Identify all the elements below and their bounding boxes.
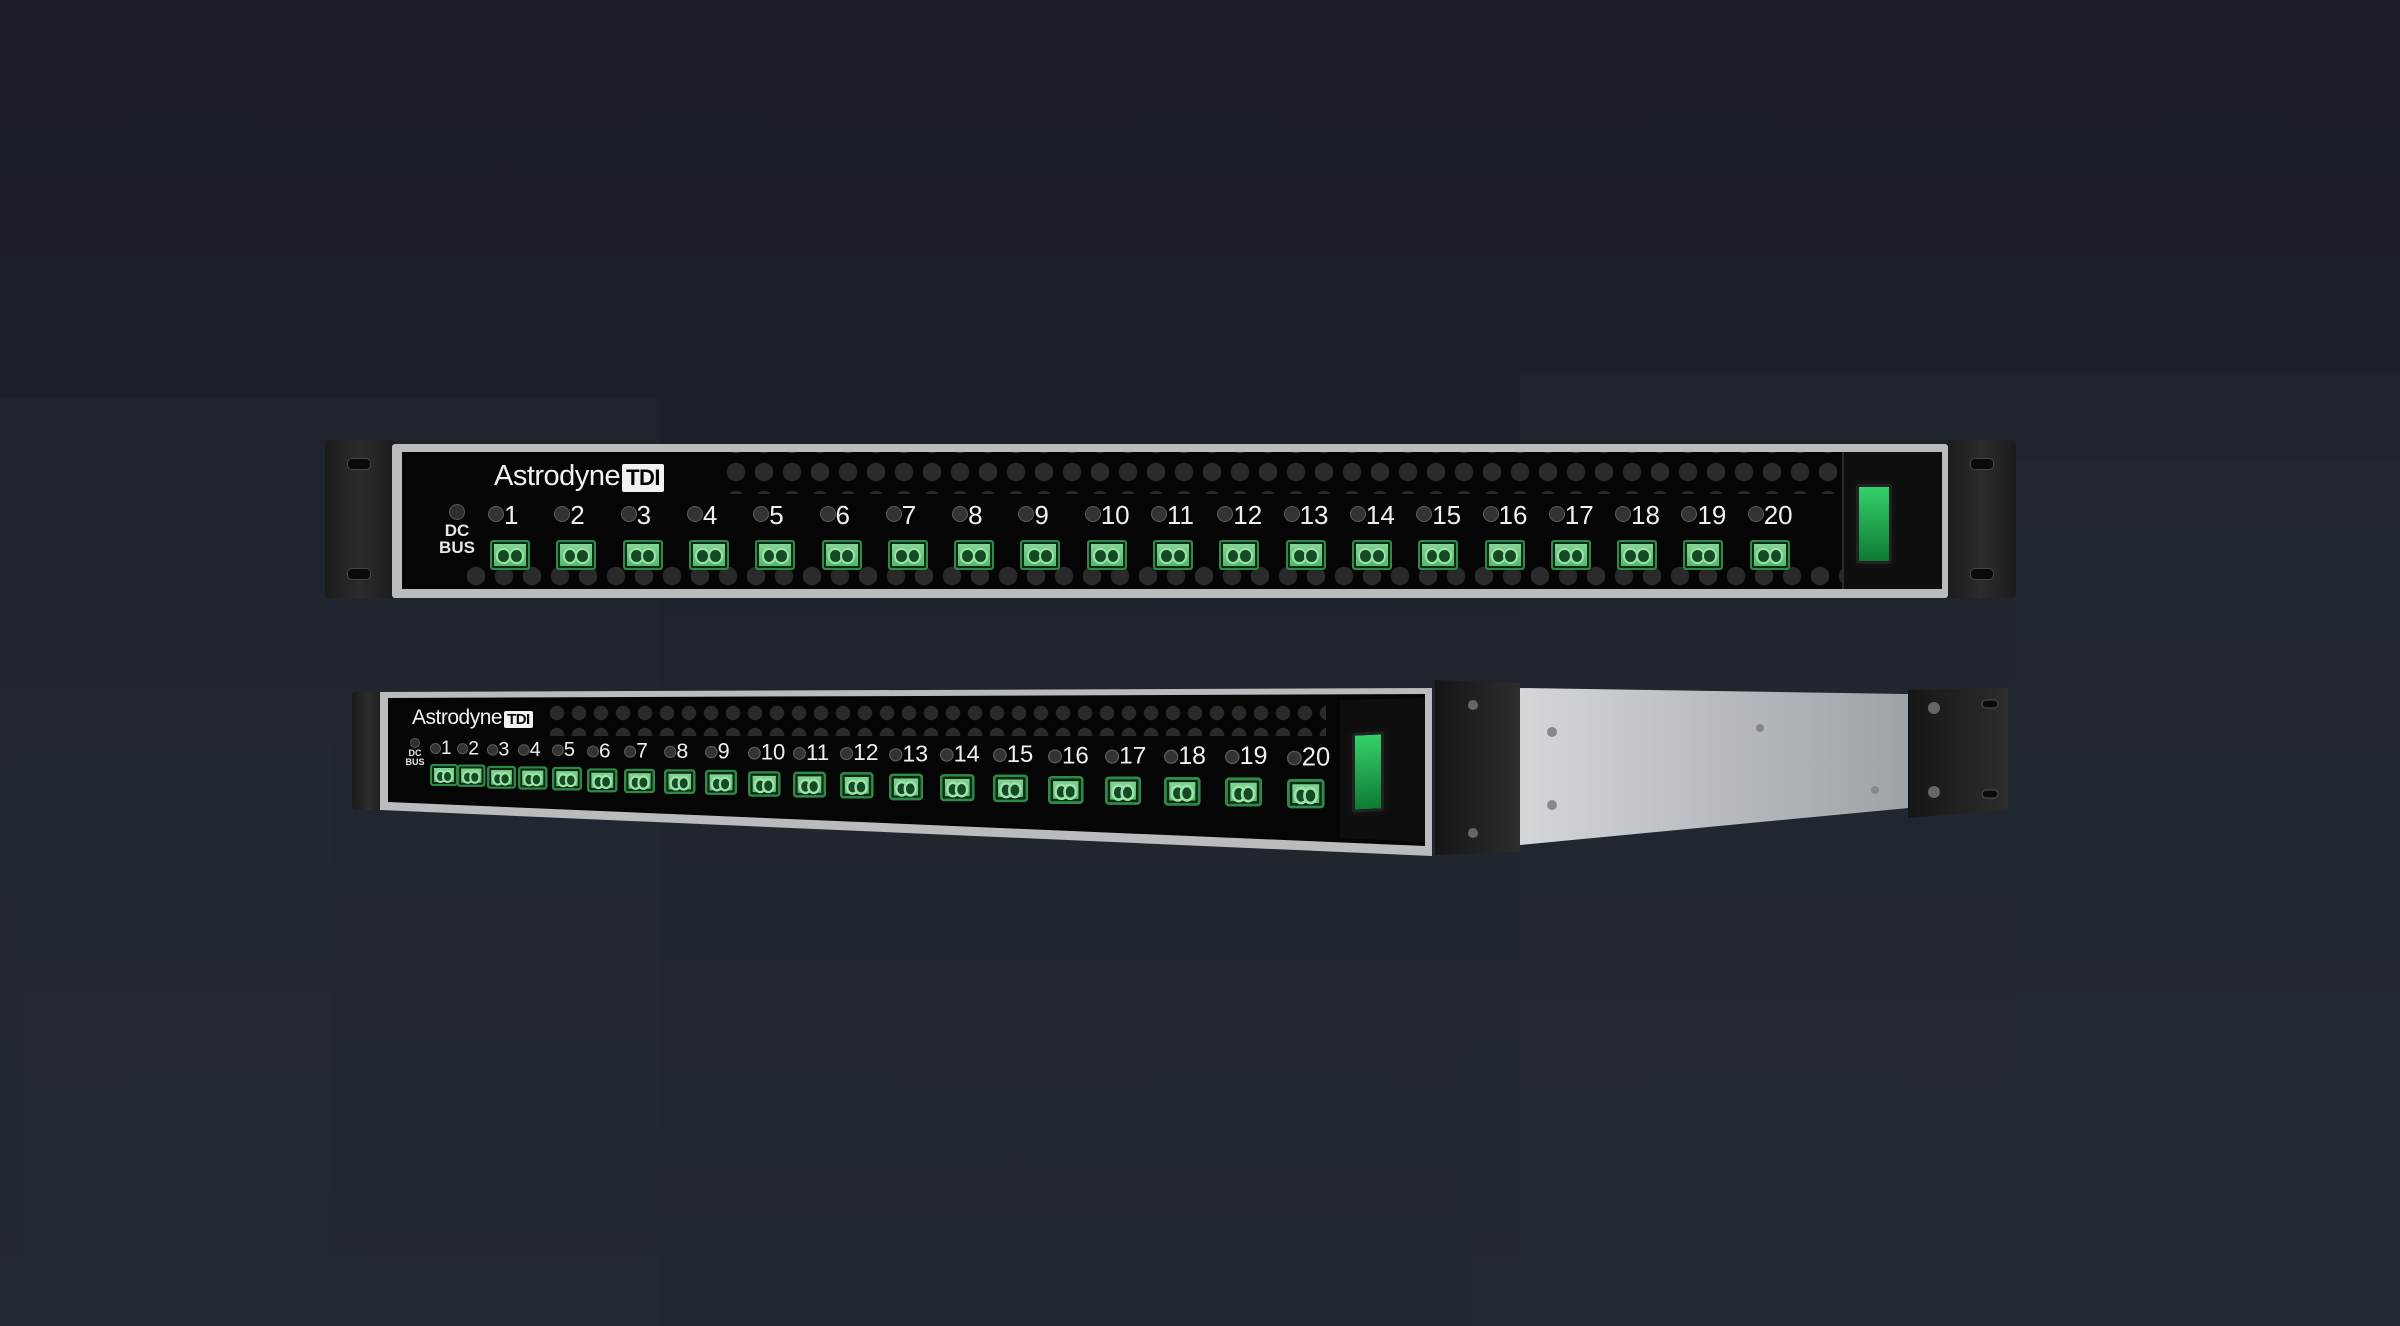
- terminal-connector[interactable]: [430, 764, 458, 786]
- channel-led: [1104, 749, 1120, 764]
- channel-number: 9: [717, 740, 730, 765]
- channel-led: [993, 748, 1007, 763]
- channel-number: 3: [498, 738, 510, 761]
- channel-led: [551, 744, 564, 757]
- terminal-connector[interactable]: [624, 768, 656, 793]
- terminal-connector[interactable]: [1104, 776, 1141, 805]
- channel-number: 2: [468, 738, 480, 760]
- channel-led: [624, 745, 637, 758]
- channel-number: 4: [529, 738, 542, 762]
- angled-front-panel: Astrodyne TDI DC BUS 1 2 3 4 5 6 7 8 9 10 11 12 13 14 1…: [388, 698, 1340, 843]
- terminal-connector[interactable]: [1048, 775, 1084, 804]
- channel-led: [747, 746, 761, 760]
- channel-led: [518, 744, 530, 756]
- terminal-connector[interactable]: [486, 765, 516, 789]
- terminal-connector[interactable]: [1163, 777, 1201, 806]
- channel-number: 19: [1239, 743, 1268, 772]
- channel-led: [663, 745, 676, 759]
- channel-led: [940, 748, 954, 762]
- channel-number: 8: [675, 740, 688, 764]
- channel-number: 5: [563, 739, 575, 762]
- terminal-connector[interactable]: [663, 769, 696, 795]
- dc-bus-led: [410, 738, 420, 748]
- terminal-connector[interactable]: [551, 767, 582, 791]
- terminal-connector[interactable]: [587, 767, 618, 792]
- channel-led: [587, 744, 599, 757]
- channel-led: [1048, 748, 1062, 763]
- channel-number: 12: [853, 741, 879, 767]
- channel-led: [793, 746, 806, 760]
- channel-led: [1224, 750, 1240, 765]
- channel-led: [1163, 749, 1179, 764]
- channel-led: [704, 746, 718, 759]
- background-block: [1465, 995, 2400, 1326]
- channel-number: 10: [760, 740, 786, 766]
- terminal-connector[interactable]: [704, 770, 737, 796]
- channel-number: 1: [441, 738, 452, 759]
- terminal-connector[interactable]: [993, 774, 1029, 803]
- product-scene: Astrodyne TDI DC BUS 1 2 3 4 5 6 7 8 9 10 11 12 13 14 1…: [0, 0, 2400, 1326]
- channel-number: 15: [1006, 742, 1034, 769]
- terminal-connector[interactable]: [940, 773, 975, 802]
- channel-number: 16: [1061, 742, 1089, 770]
- channel-number: 13: [902, 741, 929, 768]
- power-switch[interactable]: [1352, 731, 1384, 813]
- brand-logo: Astrodyne TDI: [412, 706, 533, 730]
- channel-number: 14: [953, 741, 980, 768]
- channel-led: [486, 743, 499, 756]
- dc-bus-indicator: DC BUS: [404, 738, 426, 767]
- brand-name: Astrodyne: [412, 706, 503, 729]
- channel-led: [1287, 750, 1303, 766]
- channel-led: [457, 743, 469, 755]
- channel-number: 18: [1178, 743, 1206, 771]
- terminal-connector[interactable]: [747, 770, 781, 797]
- channel-number: 7: [636, 739, 649, 764]
- terminal-connector[interactable]: [1287, 778, 1325, 809]
- channel-number: 17: [1119, 742, 1147, 770]
- dc-bus-label-line2: BUS: [405, 757, 425, 767]
- channel-led: [430, 743, 441, 754]
- channel-led: [840, 747, 854, 761]
- terminal-connector[interactable]: [518, 766, 548, 790]
- terminal-connector[interactable]: [1224, 777, 1262, 807]
- terminal-connector[interactable]: [793, 771, 827, 798]
- channel-number: 11: [805, 741, 830, 766]
- angled-power-distribution-unit: Astrodyne TDI DC BUS 1 2 3 4 5 6 7 8 9 10 11 12 13 14 1…: [0, 0, 2400, 900]
- terminal-connector[interactable]: [889, 773, 924, 800]
- channel-number: 20: [1302, 743, 1331, 772]
- terminal-connector[interactable]: [457, 764, 486, 788]
- vent-holes-top: [546, 702, 1326, 736]
- channel-number: 6: [598, 739, 611, 763]
- terminal-connector[interactable]: [840, 772, 874, 799]
- channel-led: [889, 747, 903, 762]
- brand-suffix: TDI: [504, 711, 533, 728]
